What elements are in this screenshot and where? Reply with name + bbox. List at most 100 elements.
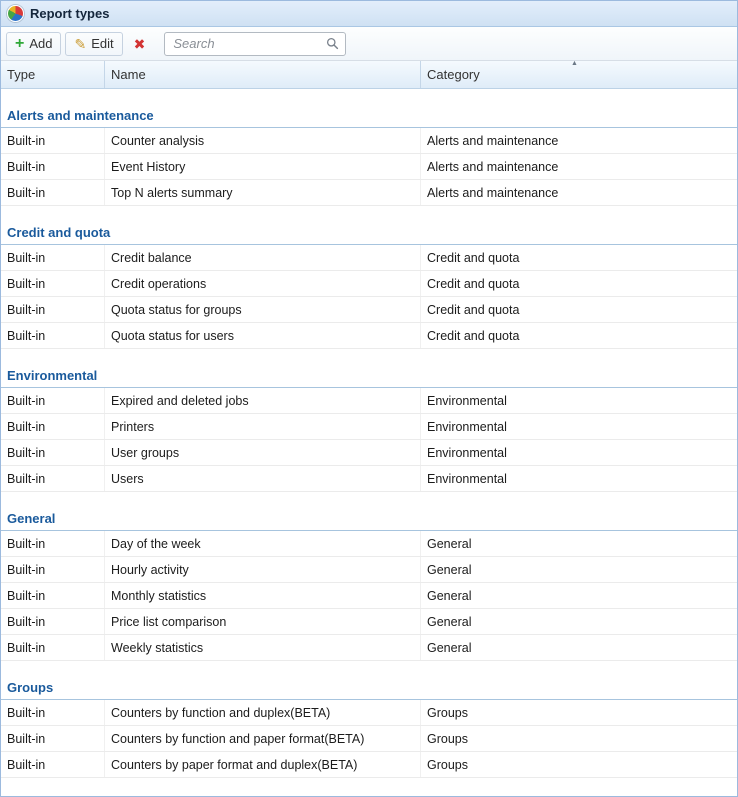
cell-category: Environmental [421,414,737,439]
plus-icon: + [15,36,24,52]
cell-type: Built-in [1,700,105,725]
cell-category: Groups [421,700,737,725]
grid-body: Alerts and maintenanceBuilt-inCounter an… [1,89,737,778]
pencil-icon: ✎ [74,37,86,51]
edit-button[interactable]: ✎ Edit [65,32,122,56]
table-row[interactable]: Built-inPrice list comparisonGeneral [1,609,737,635]
cell-category: Alerts and maintenance [421,128,737,153]
cell-name: Quota status for users [105,323,421,348]
cell-name: Credit balance [105,245,421,270]
group-header[interactable]: Groups [1,661,737,700]
cell-name: Day of the week [105,531,421,556]
cell-name: Monthly statistics [105,583,421,608]
cell-type: Built-in [1,271,105,296]
report-types-window: Report types + Add ✎ Edit ✖ Type Name [0,0,738,797]
cell-type: Built-in [1,609,105,634]
table-row[interactable]: Built-inCounters by paper format and dup… [1,752,737,778]
table-row[interactable]: Built-inQuota status for usersCredit and… [1,323,737,349]
cell-type: Built-in [1,726,105,751]
cell-category: General [421,557,737,582]
table-row[interactable]: Built-inMonthly statisticsGeneral [1,583,737,609]
cell-category: General [421,531,737,556]
table-row[interactable]: Built-inCounters by function and duplex(… [1,700,737,726]
table-row[interactable]: Built-inCounters by function and paper f… [1,726,737,752]
table-row[interactable]: Built-inCredit operationsCredit and quot… [1,271,737,297]
column-header-type[interactable]: Type [1,61,105,88]
delete-x-icon: ✖ [134,37,146,51]
cell-name: Weekly statistics [105,635,421,660]
cell-category: General [421,583,737,608]
cell-name: User groups [105,440,421,465]
table-row[interactable]: Built-inWeekly statisticsGeneral [1,635,737,661]
cell-name: Credit operations [105,271,421,296]
cell-name: Top N alerts summary [105,180,421,205]
delete-button[interactable]: ✖ [127,32,153,56]
cell-name: Quota status for groups [105,297,421,322]
table-row[interactable]: Built-inUsersEnvironmental [1,466,737,492]
add-button-label: Add [29,36,52,51]
add-button[interactable]: + Add [6,32,61,56]
cell-name: Counters by function and paper format(BE… [105,726,421,751]
column-header-name-label: Name [111,67,146,82]
column-header-name[interactable]: Name [105,61,421,88]
table-row[interactable]: Built-inExpired and deleted jobsEnvironm… [1,388,737,414]
cell-name: Counter analysis [105,128,421,153]
search-box [164,32,346,56]
cell-category: General [421,635,737,660]
group-header[interactable]: Environmental [1,349,737,388]
column-header-category[interactable]: Category ▲ [421,61,737,88]
grid-header: Type Name Category ▲ [1,61,737,89]
group-header[interactable]: Alerts and maintenance [1,89,737,128]
pie-chart-icon [7,5,24,22]
sort-caret-up-icon: ▲ [571,60,578,67]
cell-category: General [421,609,737,634]
cell-type: Built-in [1,414,105,439]
table-row[interactable]: Built-inEvent HistoryAlerts and maintena… [1,154,737,180]
cell-type: Built-in [1,466,105,491]
table-row[interactable]: Built-inDay of the weekGeneral [1,531,737,557]
table-row[interactable]: Built-inQuota status for groupsCredit an… [1,297,737,323]
titlebar: Report types [1,1,737,27]
cell-name: Counters by paper format and duplex(BETA… [105,752,421,777]
cell-category: Credit and quota [421,271,737,296]
cell-type: Built-in [1,297,105,322]
column-header-type-label: Type [7,67,35,82]
cell-type: Built-in [1,635,105,660]
cell-type: Built-in [1,440,105,465]
cell-name: Users [105,466,421,491]
cell-type: Built-in [1,583,105,608]
cell-category: Alerts and maintenance [421,180,737,205]
toolbar: + Add ✎ Edit ✖ [1,27,737,61]
cell-category: Credit and quota [421,323,737,348]
cell-name: Counters by function and duplex(BETA) [105,700,421,725]
table-row[interactable]: Built-inTop N alerts summaryAlerts and m… [1,180,737,206]
cell-name: Expired and deleted jobs [105,388,421,413]
cell-category: Groups [421,726,737,751]
search-input[interactable] [164,32,346,56]
cell-name: Printers [105,414,421,439]
cell-type: Built-in [1,531,105,556]
group-header[interactable]: Credit and quota [1,206,737,245]
cell-name: Price list comparison [105,609,421,634]
cell-type: Built-in [1,245,105,270]
cell-type: Built-in [1,557,105,582]
table-row[interactable]: Built-inUser groupsEnvironmental [1,440,737,466]
cell-category: Environmental [421,466,737,491]
cell-category: Environmental [421,440,737,465]
edit-button-label: Edit [91,36,113,51]
window-title: Report types [30,6,109,21]
table-row[interactable]: Built-inCounter analysisAlerts and maint… [1,128,737,154]
table-row[interactable]: Built-inCredit balanceCredit and quota [1,245,737,271]
cell-category: Credit and quota [421,297,737,322]
cell-type: Built-in [1,128,105,153]
cell-name: Hourly activity [105,557,421,582]
cell-type: Built-in [1,180,105,205]
cell-category: Alerts and maintenance [421,154,737,179]
cell-type: Built-in [1,154,105,179]
group-header[interactable]: General [1,492,737,531]
column-header-category-label: Category [427,67,480,82]
table-row[interactable]: Built-inPrintersEnvironmental [1,414,737,440]
table-row[interactable]: Built-inHourly activityGeneral [1,557,737,583]
cell-name: Event History [105,154,421,179]
cell-category: Credit and quota [421,245,737,270]
